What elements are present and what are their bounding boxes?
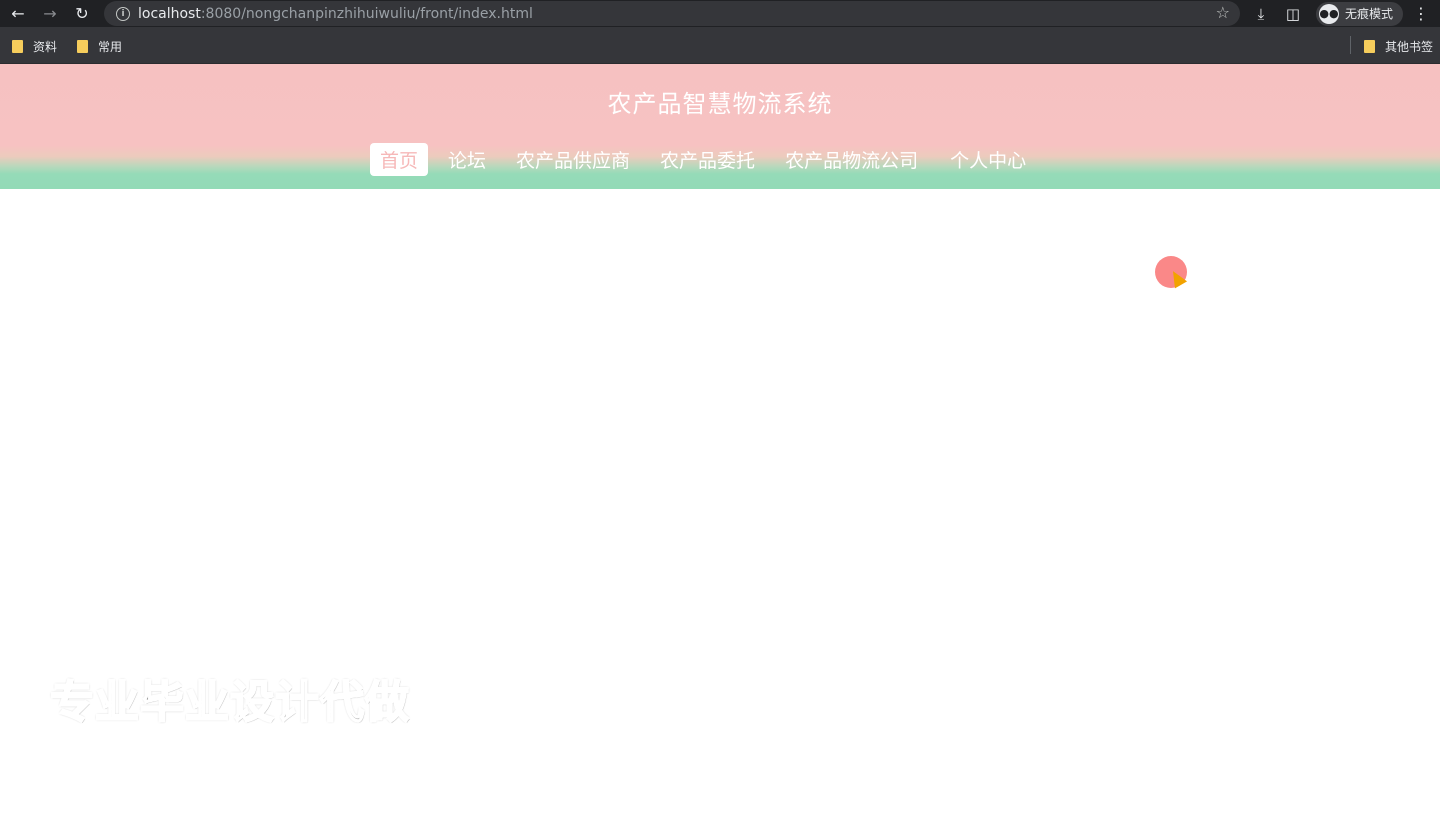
nav-item-consignment[interactable]: 农产品委托 <box>650 143 765 176</box>
nav-item-forum[interactable]: 论坛 <box>438 143 496 176</box>
main-content: 专业毕业设计代做 <box>0 189 1440 816</box>
other-bookmarks-label: 其他书签 <box>1385 40 1434 54</box>
site-title: 农产品智慧物流系统 <box>607 90 833 118</box>
incognito-icon: ●● <box>1319 3 1339 24</box>
site-info-icon[interactable]: i <box>116 6 130 21</box>
incognito-label: 无痕模式 <box>1345 7 1394 21</box>
bookmarks-bar: 资料 常用 其他书签 <box>0 27 1440 64</box>
bookmarks-divider <box>1350 36 1351 54</box>
site-header: 农产品智慧物流系统 首页 论坛 农产品供应商 农产品委托 农产品物流公司 个人中… <box>0 64 1440 189</box>
nav-item-personal-center[interactable]: 个人中心 <box>940 143 1036 176</box>
url-text[interactable]: localhost:8080/nongchanpinzhihuiwuliu/fr… <box>138 6 533 22</box>
forward-icon[interactable]: → <box>40 3 60 23</box>
browser-right-tools: ⤓ ◫ ●● 无痕模式 ⋮ <box>1250 0 1429 27</box>
bookmark-folder-0[interactable]: 资料 <box>12 38 57 55</box>
folder-icon <box>1364 40 1375 53</box>
bookmark-label: 资料 <box>33 40 58 54</box>
bookmark-star-icon[interactable]: ☆ <box>1216 3 1230 22</box>
watermark-text: 专业毕业设计代做 <box>49 676 410 729</box>
side-panel-icon[interactable]: ◫ <box>1282 5 1304 23</box>
url-path: :8080/nongchanpinzhihuiwuliu/front/index… <box>200 5 533 22</box>
download-icon[interactable]: ⤓ <box>1250 5 1272 23</box>
reload-icon[interactable]: ↻ <box>72 3 92 23</box>
other-bookmarks[interactable]: 其他书签 <box>1364 38 1433 55</box>
main-nav: 首页 论坛 农产品供应商 农产品委托 农产品物流公司 个人中心 <box>370 143 1046 176</box>
incognito-indicator[interactable]: ●● 无痕模式 <box>1316 1 1404 26</box>
bookmark-label: 常用 <box>98 40 123 54</box>
nav-item-home[interactable]: 首页 <box>370 143 429 176</box>
browser-menu-icon[interactable]: ⋮ <box>1413 4 1429 23</box>
nav-item-logistics-company[interactable]: 农产品物流公司 <box>775 143 928 176</box>
folder-icon <box>77 40 88 53</box>
nav-item-suppliers[interactable]: 农产品供应商 <box>506 143 640 176</box>
back-icon[interactable]: ← <box>8 3 28 23</box>
browser-toolbar: ← → ↻ i localhost:8080/nongchanpinzhihui… <box>0 0 1440 27</box>
folder-icon <box>12 40 23 53</box>
address-bar[interactable]: i localhost:8080/nongchanpinzhihuiwuliu/… <box>104 1 1240 26</box>
url-host: localhost <box>138 5 201 22</box>
bookmark-folder-1[interactable]: 常用 <box>77 38 122 55</box>
